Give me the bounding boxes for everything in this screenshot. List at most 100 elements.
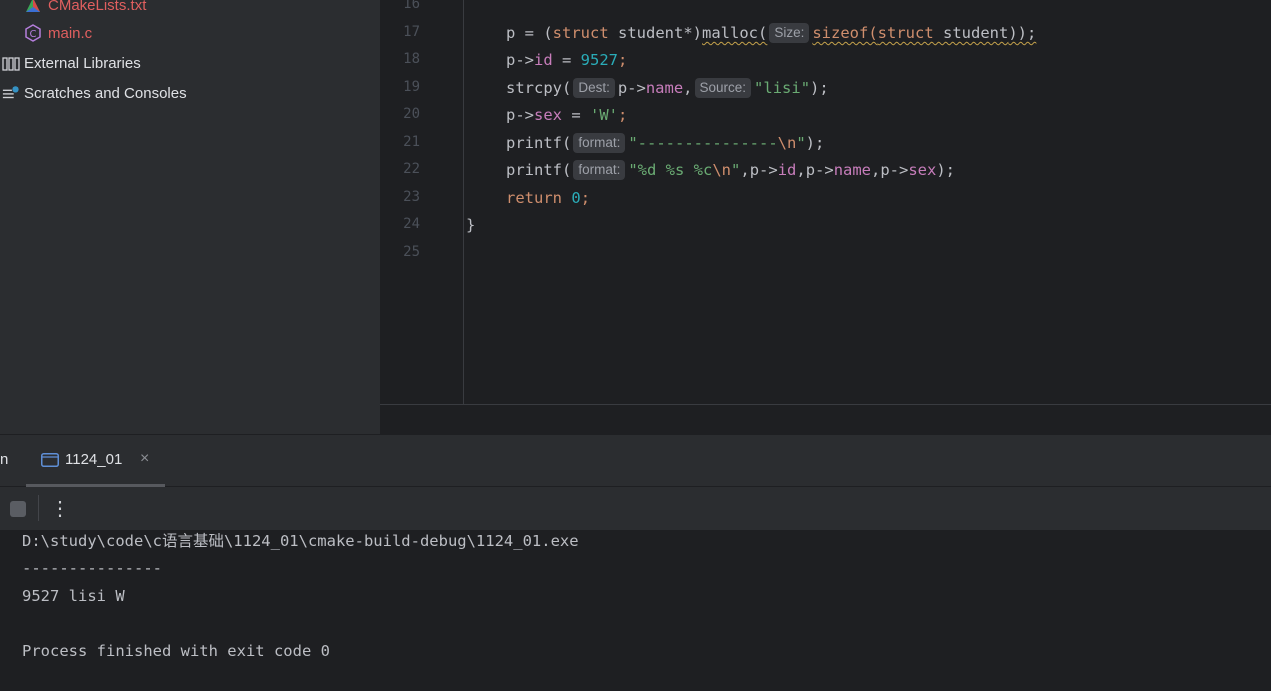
toolbar-divider (38, 495, 39, 521)
line-number: 19 (403, 79, 420, 95)
run-tool-window: n 1124_01 × ⋮ D:\study\code\c语言基础\1124_0… (0, 434, 1271, 691)
line-number: 21 (403, 134, 420, 150)
keyword: struct (877, 24, 934, 42)
tab-run-configuration[interactable]: 1124_01 × (26, 435, 165, 487)
code-text: ); (805, 134, 825, 152)
param-hint: format: (573, 160, 626, 180)
code-text: ); (810, 79, 829, 97)
c-file-icon: C (24, 24, 42, 42)
code-line-22[interactable]: printf(format: "%d %s %c\n",p->id,p->name… (506, 159, 955, 181)
line-number: 22 (403, 161, 420, 177)
code-text: p-> (506, 51, 534, 69)
console-icon (41, 453, 59, 472)
string: "%d %s %c (628, 161, 713, 179)
tree-item-label: CMakeLists.txt (48, 0, 147, 14)
param-hint: Size: (769, 23, 810, 43)
string: "lisi" (754, 79, 811, 97)
scratches-icon (2, 84, 20, 102)
run-window-title: n (0, 451, 9, 468)
run-toolbar (0, 487, 1271, 530)
field: sex (534, 106, 562, 124)
keyword: struct (552, 24, 609, 42)
more-actions-icon[interactable]: ⋮ (50, 495, 70, 523)
tab-label: 1124_01 (65, 451, 123, 468)
svg-text:C: C (30, 29, 37, 40)
number: 0 (571, 189, 581, 207)
code-line-23[interactable]: return 0; (506, 187, 590, 209)
code-text: ; (618, 51, 628, 69)
function-call: strcpy( (506, 79, 572, 97)
line-number: 20 (403, 106, 420, 122)
function-call: printf( (506, 161, 572, 179)
close-icon[interactable]: × (140, 450, 149, 468)
keyword: return (506, 189, 562, 207)
library-icon (2, 54, 20, 72)
code-line-21[interactable]: printf(format: "---------------\n"); (506, 132, 824, 154)
line-number: 18 (403, 51, 420, 67)
string: " (796, 134, 806, 152)
tree-item-external-libraries[interactable]: External Libraries (2, 51, 141, 75)
code-text: p-> (617, 79, 646, 97)
line-number: 16 (403, 0, 420, 12)
code-text: } (466, 216, 476, 234)
field: sex (908, 161, 937, 179)
param-hint: Dest: (573, 78, 615, 98)
tree-item-label: main.c (48, 24, 93, 42)
field: name (833, 161, 872, 179)
number: 9527 (580, 51, 618, 69)
code-text: p-> (506, 106, 534, 124)
field: id (534, 51, 553, 69)
keyword: sizeof( (812, 24, 878, 42)
code-line-19[interactable]: strcpy(Dest: p->name, Source: "lisi"); (506, 77, 829, 99)
code-text: student (933, 24, 1009, 42)
code-line-18[interactable]: p->id = 9527; (506, 49, 627, 71)
console-line: 9527 lisi W (22, 587, 125, 605)
tree-item-cmakelists[interactable]: CMakeLists.txt (24, 0, 146, 17)
code-line-17[interactable]: p = (struct student*)malloc(Size: sizeof(… (506, 22, 1036, 44)
field: name (645, 79, 684, 97)
code-text: ; (618, 106, 628, 124)
tree-item-scratches[interactable]: Scratches and Consoles (2, 81, 187, 105)
line-number: 25 (403, 244, 420, 260)
string: " (731, 161, 741, 179)
code-text: ); (936, 161, 956, 179)
code-text: ; (580, 189, 591, 207)
gutter-separator (463, 0, 464, 404)
stop-button[interactable] (10, 501, 26, 517)
console-line: D:\study\code\c语言基础\1124_01\cmake-build-… (22, 532, 579, 550)
escape-sequence: \n (777, 134, 797, 152)
code-line-24[interactable]: } (466, 214, 475, 236)
tree-item-main-c[interactable]: C main.c (24, 21, 92, 45)
param-hint: format: (573, 133, 626, 153)
console-output[interactable]: D:\study\code\c语言基础\1124_01\cmake-build-… (0, 530, 1271, 691)
line-number: 17 (403, 24, 420, 40)
code-text: ,p-> (740, 161, 778, 179)
console-line: Process finished with exit code 0 (22, 642, 330, 660)
line-number: 23 (403, 189, 420, 205)
code-text: p = ( (506, 24, 553, 42)
code-text: student*) (608, 24, 702, 42)
run-tab-bar: n 1124_01 × (0, 435, 1271, 487)
code-text: ,p-> (871, 161, 909, 179)
field: id (777, 161, 797, 179)
code-text: , (683, 79, 693, 97)
cmake-icon (24, 0, 42, 14)
param-hint: Source: (694, 78, 752, 98)
console-line: --------------- (22, 559, 162, 577)
escape-sequence: \n (712, 161, 732, 179)
code-text: = (552, 51, 581, 69)
code-text: = (562, 106, 590, 124)
function-call: printf( (506, 134, 572, 152)
code-text: ,p-> (796, 161, 834, 179)
editor-bottom-strip (380, 404, 1271, 434)
code-text: )); (1008, 24, 1037, 42)
string: 'W' (590, 106, 618, 124)
project-tool-window: CMakeLists.txt C main.c External Librari… (0, 0, 380, 434)
code-editor[interactable]: 16 17 18 19 20 21 22 23 24 25 p = (struc… (380, 0, 1271, 434)
code-line-20[interactable]: p->sex = 'W'; (506, 104, 627, 126)
tree-item-label: External Libraries (24, 54, 141, 72)
string: "--------------- (628, 134, 778, 152)
function-call: malloc( (702, 24, 768, 42)
tree-item-label: Scratches and Consoles (24, 84, 187, 102)
